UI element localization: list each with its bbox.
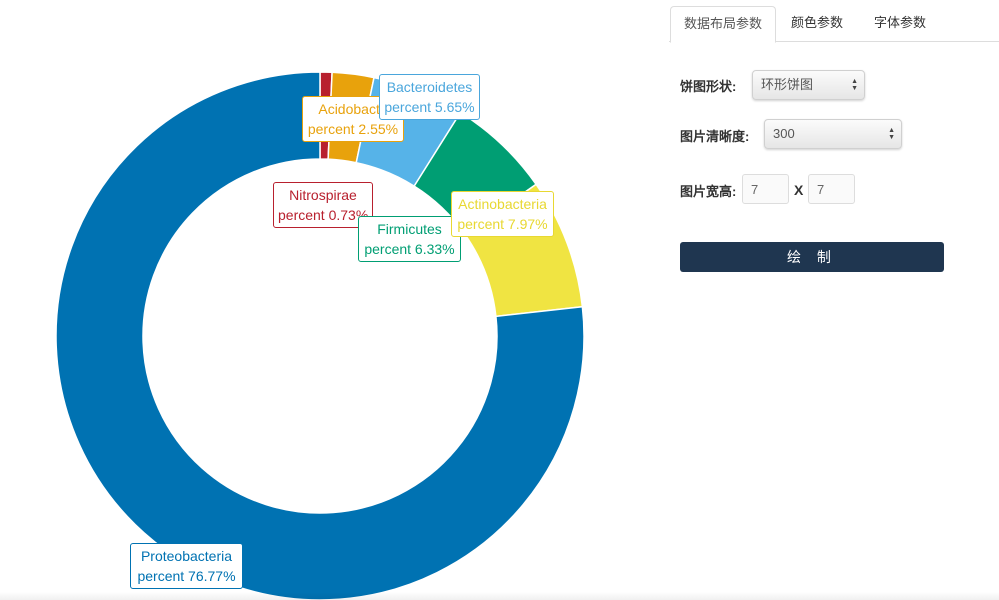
tab-layout-params[interactable]: 数据布局参数	[670, 6, 776, 43]
shape-label: 饼图形状:	[680, 79, 737, 94]
tab-color-params[interactable]: 颜色参数	[777, 6, 857, 40]
label-proteobacteria-value: percent 76.77%	[137, 568, 236, 584]
bottom-divider	[0, 592, 999, 600]
height-input[interactable]	[808, 174, 855, 204]
draw-button[interactable]: 绘 制	[680, 242, 944, 272]
shape-select[interactable]: 环形饼图 ▲ ▼	[752, 70, 865, 100]
settings-panel: 数据布局参数 颜色参数 字体参数 饼图形状: 环形饼图 ▲ ▼ 图片清晰度: 30…	[669, 0, 999, 600]
tab-font-params[interactable]: 字体参数	[860, 6, 940, 40]
label-proteobacteria-name: Proteobacteria	[140, 548, 233, 564]
label-bacteroidetes-value: percent 5.65%	[384, 99, 475, 115]
resolution-select[interactable]: 300 ▲ ▼	[764, 119, 902, 149]
resolution-label: 图片清晰度:	[680, 129, 750, 144]
label-nitrospirae-name: Nitrospirae	[289, 187, 357, 203]
label-firmicutes: Firmicutes percent 6.33%	[358, 216, 461, 262]
size-separator: X	[794, 182, 804, 198]
label-bacteroidetes: Bacteroidetes percent 5.65%	[379, 74, 480, 120]
label-firmicutes-value: percent 6.33%	[364, 241, 455, 257]
label-bacteroidetes-name: Bacteroidetes	[386, 79, 473, 95]
label-firmicutes-name: Firmicutes	[377, 221, 442, 237]
shape-select-value: 环形饼图	[761, 77, 814, 92]
width-input[interactable]	[742, 174, 789, 204]
donut-chart	[55, 71, 585, 600]
select-updown-icon: ▲ ▼	[888, 127, 895, 141]
size-label: 图片宽高:	[680, 184, 737, 199]
resolution-select-value: 300	[773, 126, 795, 141]
label-actinobacteria-value: percent 7.97%	[457, 216, 548, 232]
donut-chart-area: Nitrospirae percent 0.73% Acidobacte per…	[0, 0, 660, 600]
settings-tabs: 数据布局参数 颜色参数 字体参数	[669, 0, 999, 43]
select-updown-icon: ▲ ▼	[851, 78, 858, 92]
label-proteobacteria: Proteobacteria percent 76.77%	[130, 543, 243, 589]
label-actinobacteria: Actinobacteria percent 7.97%	[451, 191, 554, 237]
label-actinobacteria-name: Actinobacteria	[458, 196, 547, 212]
label-acidobacteria-value: percent 2.55%	[307, 121, 399, 137]
label-nitrospirae-value: percent 0.73%	[278, 207, 369, 223]
